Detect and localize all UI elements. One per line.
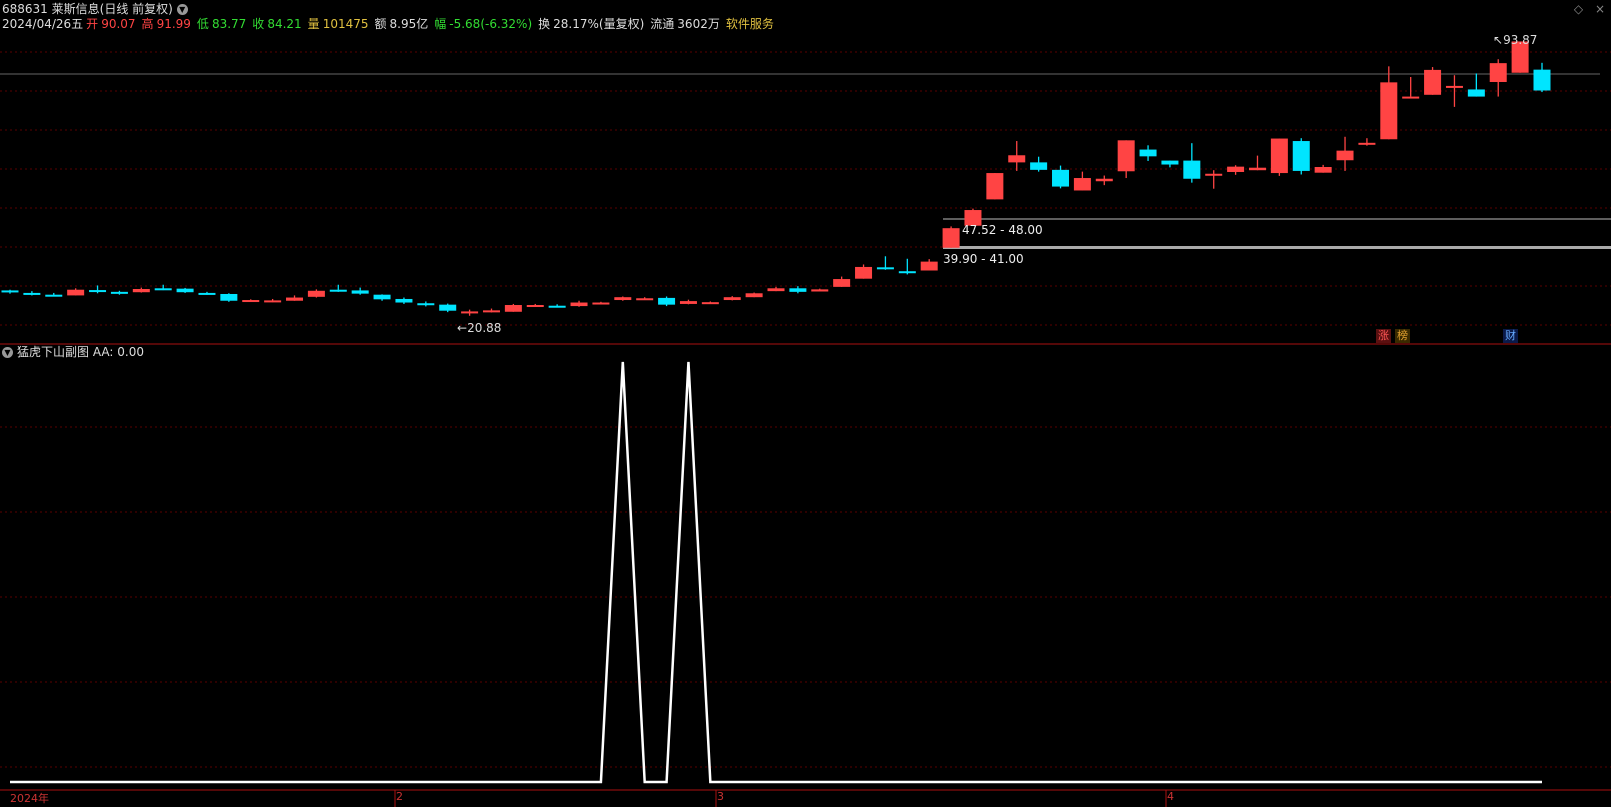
candle-body [898, 271, 916, 274]
candle-body [110, 291, 128, 294]
candle-body [526, 305, 544, 308]
candle-body [1161, 160, 1179, 165]
candle-body [920, 261, 938, 271]
candle-body [1270, 138, 1288, 174]
candle-body [1, 290, 19, 293]
chevron-down-icon[interactable]: ▼ [2, 347, 13, 358]
candle-body [220, 293, 238, 301]
candle-body [1248, 167, 1266, 171]
date-month-4: 4 [1167, 790, 1174, 803]
candle-body [351, 290, 369, 294]
candle-body [1052, 169, 1070, 187]
candle-body [1117, 140, 1135, 172]
candle-body [176, 288, 194, 293]
candle-body [1139, 149, 1157, 157]
candle-body [1445, 85, 1463, 88]
candle-body [1533, 69, 1551, 91]
candle-body [395, 298, 413, 303]
date-year: 2024年 [10, 792, 49, 805]
candle-body [461, 311, 479, 314]
tag-cai[interactable]: 财 [1503, 329, 1518, 343]
low-price-annotation: ←20.88 [457, 321, 502, 335]
candle-body [767, 288, 785, 292]
candle-body [658, 297, 676, 305]
candle-body [1227, 166, 1245, 172]
high-price-annotation: ↖93.87 [1493, 33, 1538, 47]
candle-body [45, 294, 63, 297]
high-price-value: 93.87 [1503, 33, 1538, 47]
candle-body [1030, 162, 1048, 170]
candle-body [745, 293, 763, 298]
candle-body [1183, 160, 1201, 179]
candle-body [1467, 89, 1485, 97]
candle-body [286, 297, 304, 301]
price-band-lower: 39.90 - 41.00 [943, 252, 1024, 266]
candle-body [1380, 82, 1398, 140]
candle-body [986, 173, 1004, 200]
candle-body [329, 289, 347, 292]
sub-indicator-value: AA: 0.00 [92, 345, 144, 359]
date-month-3: 3 [717, 790, 724, 803]
sub-indicator-name: 猛虎下山副图 [17, 345, 90, 359]
candle-body [23, 292, 41, 295]
tag-zhang[interactable]: 涨 [1376, 329, 1391, 343]
candle-body [264, 300, 282, 303]
price-band-upper: 47.52 - 48.00 [962, 223, 1043, 237]
candle-body [570, 302, 588, 307]
candle-body [242, 300, 260, 303]
candle-body [1205, 173, 1223, 176]
tag-bang[interactable]: 榜 [1395, 329, 1410, 343]
candle-body [1314, 167, 1332, 173]
candle-body [1424, 69, 1442, 95]
candle-body [89, 290, 107, 293]
candle-body [548, 305, 566, 308]
candle-body [67, 289, 85, 296]
low-price-value: 20.88 [467, 321, 502, 335]
candle-body [439, 304, 457, 311]
candle-body [504, 305, 522, 312]
candle-body [701, 302, 719, 305]
candle-body [154, 288, 172, 291]
candle-body [417, 303, 435, 306]
candle-body [636, 298, 654, 301]
candle-body [942, 228, 960, 248]
candle-body [1292, 141, 1310, 171]
candle-body [1095, 178, 1113, 182]
candle-body [482, 310, 500, 313]
candle-body [307, 290, 325, 297]
candle-body [876, 267, 894, 270]
kline-chart[interactable] [0, 0, 1611, 807]
candle-body [592, 302, 610, 305]
candle-body [1358, 142, 1376, 145]
candle-body [198, 292, 216, 295]
candle-body [132, 289, 150, 293]
candle-body [1489, 63, 1507, 82]
candle-body [855, 266, 873, 279]
candle-body [811, 289, 829, 292]
band-line-lower [943, 246, 1611, 249]
candle-body [614, 297, 632, 301]
candle-body [723, 297, 741, 301]
candle-body [789, 288, 807, 292]
candle-body [679, 301, 697, 304]
candle-body [1336, 150, 1354, 161]
candle-body [1073, 178, 1091, 191]
date-month-2: 2 [396, 790, 403, 803]
candle-body [1402, 96, 1420, 99]
indicator-line [10, 361, 1542, 784]
candle-body [1008, 155, 1026, 163]
sub-indicator-title: ▼ 猛虎下山副图 AA: 0.00 [2, 344, 144, 360]
candle-body [833, 279, 851, 287]
candle-body [373, 294, 391, 300]
